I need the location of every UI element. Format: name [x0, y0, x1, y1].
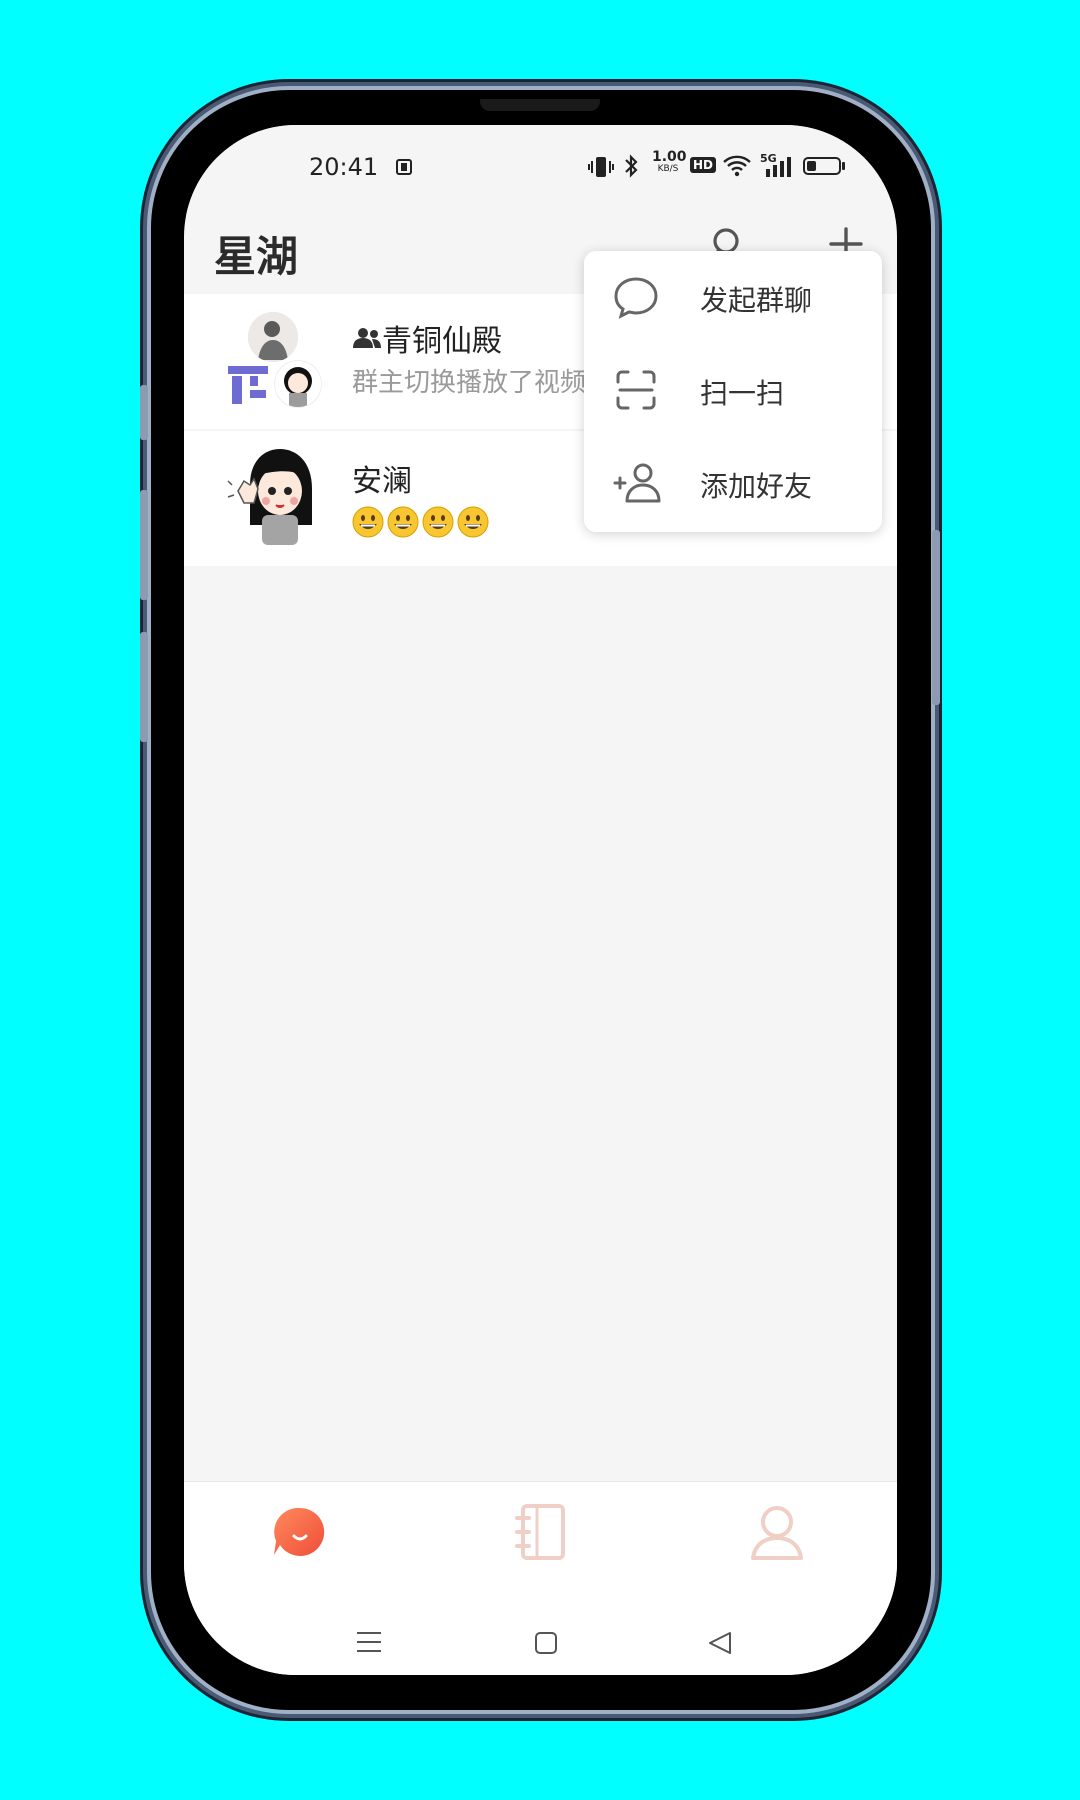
message-bubble-icon [274, 1507, 325, 1556]
menu-item-scan[interactable]: 扫一扫 [584, 344, 882, 436]
building-logo-icon [228, 366, 268, 404]
hd-badge: HD [690, 157, 717, 173]
menu-nav-icon[interactable] [354, 1629, 384, 1655]
add-popup-menu: 发起群聊 扫一扫 添加好友 [584, 251, 882, 532]
menu-item-add-friend[interactable]: 添加好友 [584, 437, 882, 529]
tab-profile[interactable] [739, 1502, 819, 1572]
notebook-icon [515, 1504, 565, 1560]
sim-icon [396, 159, 412, 175]
chat-name: 安澜 [352, 464, 412, 499]
group-avatar [226, 312, 324, 410]
grinning-face-icon [352, 506, 384, 538]
chat-preview-emojis [352, 506, 489, 538]
tab-messages[interactable] [262, 1502, 342, 1572]
net-speed-value: 1.00 [652, 149, 687, 165]
group-chat-icon [353, 328, 381, 348]
cartoon-girl-icon [284, 367, 312, 407]
tab-contacts[interactable] [501, 1502, 581, 1572]
battery-level [807, 161, 816, 171]
contact-avatar [226, 445, 326, 545]
speaker-notch [480, 99, 600, 111]
side-button [140, 385, 148, 440]
menu-item-label: 添加好友 [700, 470, 813, 503]
chat-preview: 群主切换播放了视频 [352, 368, 587, 398]
menu-item-start-group-chat[interactable]: 发起群聊 [584, 251, 882, 343]
side-button [932, 530, 940, 705]
add-user-icon [613, 463, 661, 503]
cartoon-girl-waving-icon [227, 449, 312, 545]
signal-icon [766, 157, 791, 177]
member-avatar-logo [226, 362, 270, 406]
side-button [140, 490, 148, 600]
chat-bubble-icon [614, 277, 658, 319]
battery-tip [842, 162, 845, 170]
home-nav-icon[interactable] [532, 1629, 560, 1657]
page-title: 星湖 [214, 232, 299, 281]
menu-item-label: 扫一扫 [700, 377, 785, 410]
grinning-face-icon [387, 506, 419, 538]
chat-name: 青铜仙殿 [382, 324, 502, 359]
status-bar: 20:41 1.00 KB/S HD 5G [184, 125, 897, 215]
battery-icon [803, 157, 841, 175]
grinning-face-icon [457, 506, 489, 538]
net-speed: 1.00 KB/S [652, 149, 687, 175]
grinning-face-icon [422, 506, 454, 538]
bluetooth-icon [625, 154, 638, 178]
back-nav-icon[interactable] [706, 1629, 736, 1657]
scan-icon [616, 370, 656, 410]
member-avatar-girl [274, 360, 322, 408]
side-button [140, 632, 148, 742]
person-icon [751, 1506, 803, 1560]
menu-item-label: 发起群聊 [700, 284, 813, 317]
status-time: 20:41 [309, 153, 379, 181]
person-photo-icon [248, 312, 298, 362]
bottom-tab-bar [184, 1481, 897, 1675]
phone-screen: 20:41 1.00 KB/S HD 5G 星湖 青铜仙殿 群主切换播放了视频 … [184, 125, 897, 1675]
vibrate-icon [588, 157, 614, 177]
wifi-icon [723, 155, 751, 177]
member-avatar-photo [248, 312, 298, 362]
